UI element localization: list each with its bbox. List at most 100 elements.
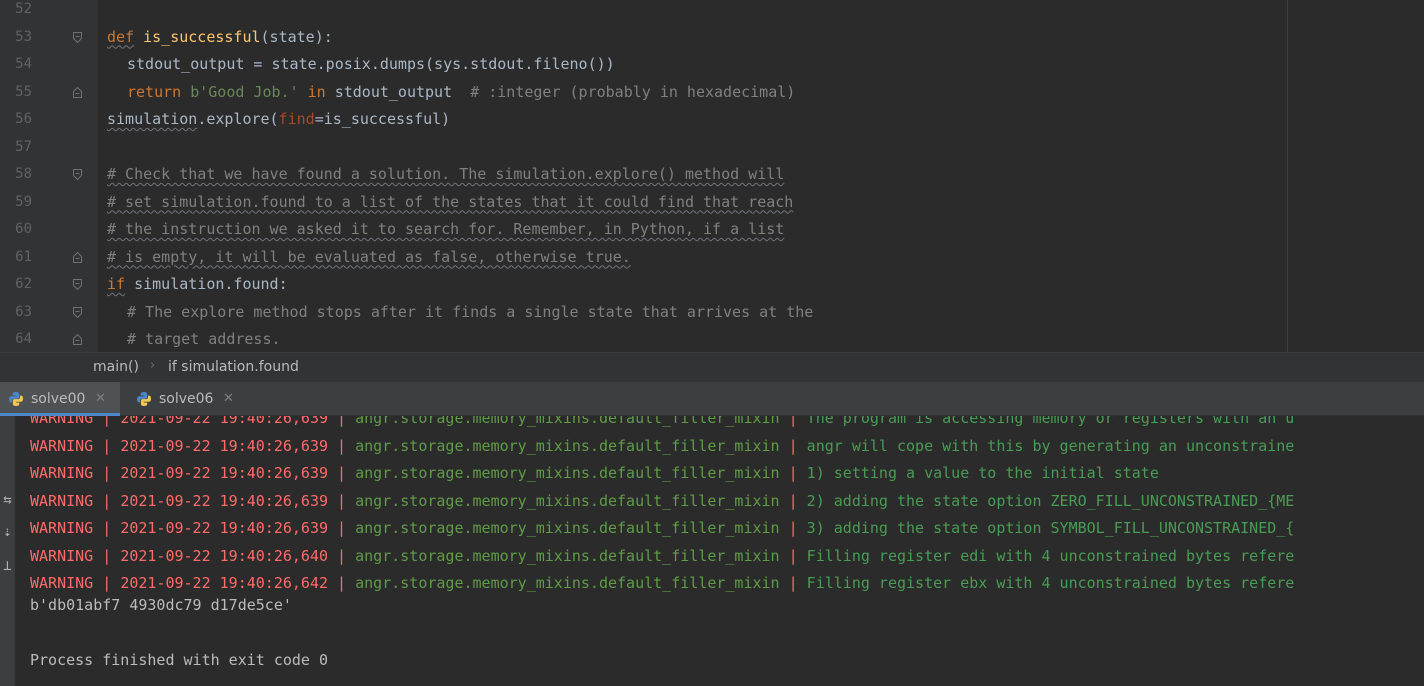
- code-text: if simulation.found:: [107, 271, 288, 298]
- log-level: WARNING: [30, 436, 94, 455]
- line-number: 64: [15, 331, 32, 347]
- log-level: WARNING: [30, 416, 94, 427]
- close-icon[interactable]: ✕: [95, 391, 106, 406]
- log-separator: |: [93, 519, 121, 537]
- run-tabs-bar: solve00 ✕ solve06 ✕: [0, 382, 1424, 416]
- log-timestamp: 2021-09-22 19:40:26,640: [120, 546, 329, 565]
- fold-open-icon[interactable]: [73, 306, 82, 318]
- python-file-icon: [136, 391, 152, 407]
- run-console[interactable]: ⇆ ⇣ ⊥ WARNING | 2021-09-22 19:40:26,639 …: [0, 416, 1424, 686]
- log-separator: |: [328, 416, 356, 427]
- fold-open-icon[interactable]: [73, 31, 82, 43]
- log-timestamp: 2021-09-22 19:40:26,639: [120, 464, 329, 482]
- line-number: 55: [15, 83, 32, 100]
- code-line: 61 # is empty, it will be evaluated as fa…: [0, 244, 1424, 271]
- code-token: simulation.found:: [125, 275, 288, 293]
- log-separator: |: [93, 436, 121, 455]
- line-number: 54: [15, 56, 32, 72]
- code-token: simulation: [107, 110, 198, 128]
- line-number: 52: [15, 1, 32, 17]
- log-source: angr.storage.memory_mixins.default_fille…: [355, 574, 780, 592]
- log-level: WARNING: [30, 464, 94, 482]
- code-token: # The explore method stops after it find…: [127, 302, 814, 321]
- line-number: 62: [15, 276, 32, 292]
- code-text: # Check that we have found a solution. T…: [107, 161, 784, 188]
- code-line: 52: [0, 0, 1424, 23]
- code-token: find: [278, 110, 315, 128]
- chevron-right-icon: ›: [150, 358, 156, 373]
- log-timestamp: 2021-09-22 19:40:26,639: [120, 416, 329, 427]
- code-line: 59 # set simulation.found to a list of th…: [0, 189, 1424, 216]
- log-separator: |: [328, 491, 356, 510]
- log-separator: |: [93, 464, 121, 482]
- code-text: simulation.explore(find=is_successful): [107, 106, 450, 133]
- log-message: Filling register ebx with 4 unconstraine…: [806, 574, 1295, 592]
- fold-close-icon[interactable]: [73, 251, 82, 263]
- fold-close-icon[interactable]: [73, 86, 82, 98]
- log-separator: |: [93, 491, 121, 510]
- python-file-icon: [8, 391, 24, 407]
- tab-solve00[interactable]: solve00 ✕: [0, 382, 120, 416]
- exit-message: Process finished with exit code 0: [30, 651, 329, 669]
- code-line: 53 def is_successful(state):: [0, 24, 1424, 51]
- log-separator: |: [93, 574, 121, 592]
- code-token: stdout_output = state.posix.dumps(sys.st…: [127, 55, 615, 73]
- breadcrumb: main() › if simulation.found: [0, 352, 1424, 382]
- tab-solve06[interactable]: solve06 ✕: [128, 382, 248, 416]
- log-source: angr.storage.memory_mixins.default_fille…: [355, 491, 780, 510]
- code-token: # :integer (probably in hexadecimal): [470, 82, 796, 101]
- soft-wrap-icon[interactable]: ⇆: [0, 490, 15, 510]
- code-token: # the instruction we asked it to search …: [107, 220, 785, 238]
- code-text: return b'Good Job.' in stdout_output # :…: [127, 79, 795, 106]
- scroll-to-end-icon[interactable]: ⇣: [0, 522, 15, 542]
- log-line: WARNING | 2021-09-22 19:40:26,639 | angr…: [30, 515, 1294, 542]
- code-line: 62 if simulation.found:: [0, 271, 1424, 298]
- log-separator: |: [779, 491, 807, 510]
- code-token: # set simulation.found to a list of the …: [107, 192, 794, 211]
- log-source: angr.storage.memory_mixins.default_fille…: [355, 436, 780, 455]
- breadcrumb-item-function[interactable]: main(): [93, 359, 139, 375]
- line-number: 63: [15, 303, 32, 320]
- log-message: 2) adding the state option ZERO_FILL_UNC…: [806, 491, 1295, 510]
- code-token: if: [107, 275, 126, 293]
- log-timestamp: 2021-09-22 19:40:26,639: [120, 491, 329, 510]
- log-line: WARNING | 2021-09-22 19:40:26,639 | angr…: [30, 488, 1294, 515]
- code-token: # target address.: [127, 330, 281, 348]
- log-message: The program is accessing memory or regis…: [806, 416, 1295, 427]
- code-line: 54 stdout_output = state.posix.dumps(sys.…: [0, 51, 1424, 78]
- line-number: 59: [15, 193, 32, 210]
- line-number: 61: [15, 248, 32, 265]
- fold-open-icon[interactable]: [73, 279, 82, 290]
- fold-close-icon[interactable]: [73, 334, 82, 345]
- code-text: # set simulation.found to a list of the …: [107, 189, 793, 216]
- log-separator: |: [93, 546, 121, 565]
- log-level: WARNING: [30, 546, 94, 565]
- code-editor[interactable]: 52 53 def is_successful(state): 54 stdout_ou…: [0, 0, 1424, 352]
- code-token: # Check that we have found a solution. T…: [107, 165, 785, 183]
- log-separator: |: [328, 519, 356, 537]
- log-separator: |: [328, 574, 356, 592]
- code-token: return: [127, 82, 182, 101]
- log-level: WARNING: [30, 491, 94, 510]
- console-toolbar: ⇆ ⇣ ⊥: [0, 416, 15, 686]
- log-message: 3) adding the state option SYMBOL_FILL_U…: [806, 519, 1295, 537]
- close-icon[interactable]: ✕: [223, 391, 234, 406]
- log-separator: |: [779, 546, 807, 565]
- log-line: WARNING | 2021-09-22 19:40:26,640 | angr…: [30, 543, 1294, 570]
- code-token: (state):: [260, 27, 333, 46]
- breadcrumb-item-block[interactable]: if simulation.found: [168, 359, 299, 375]
- code-token: def: [107, 27, 135, 46]
- code-text: # The explore method stops after it find…: [127, 299, 813, 326]
- log-separator: |: [779, 519, 807, 537]
- log-line: WARNING | 2021-09-22 19:40:26,639 | angr…: [30, 433, 1294, 460]
- log-source: angr.storage.memory_mixins.default_fille…: [355, 464, 780, 482]
- code-token: stdout_output: [325, 82, 471, 101]
- log-level: WARNING: [30, 519, 94, 537]
- log-separator: |: [779, 464, 807, 482]
- line-number: 56: [15, 111, 32, 127]
- pin-icon[interactable]: ⊥: [0, 556, 15, 576]
- log-message: 1) setting a value to the initial state: [806, 464, 1159, 482]
- fold-open-icon[interactable]: [73, 169, 82, 180]
